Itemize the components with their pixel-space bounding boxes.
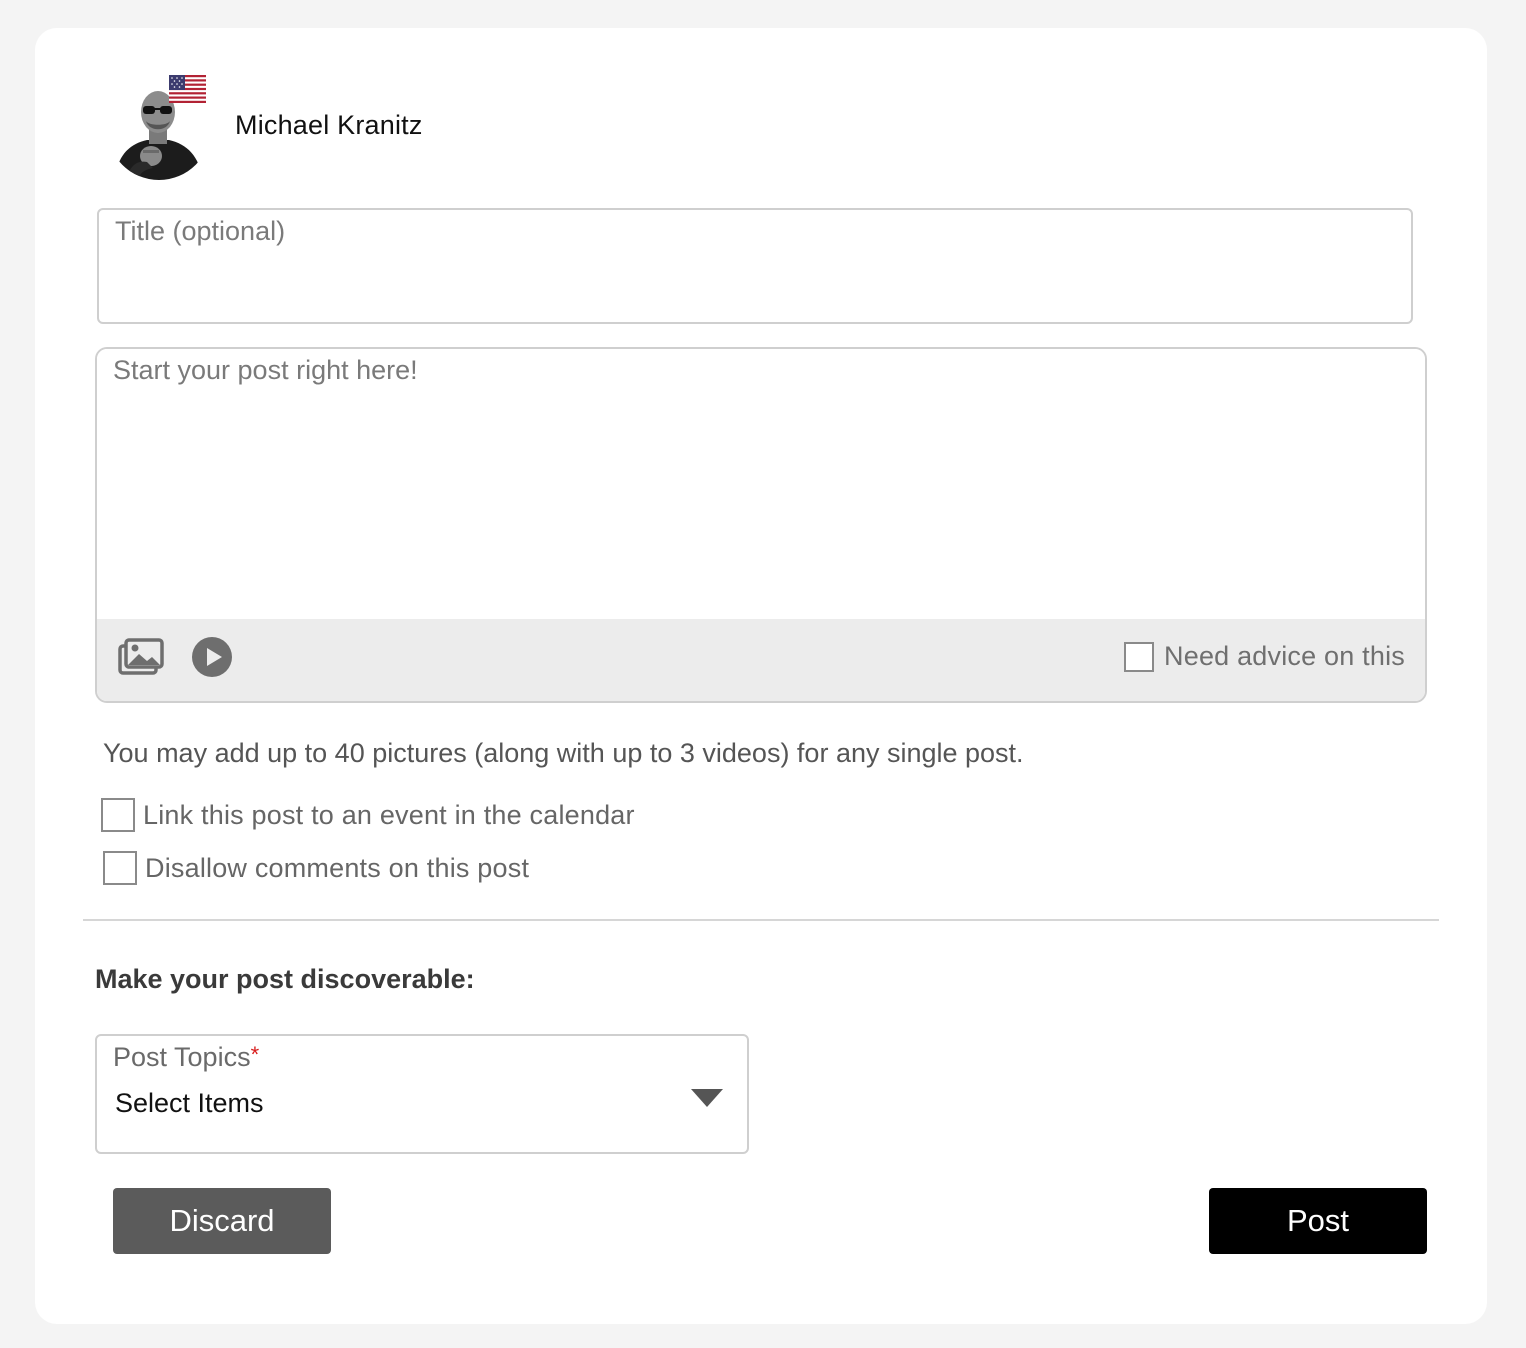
create-post-card: Michael Kranitz Need advice bbox=[35, 28, 1487, 1324]
disallow-comments-option[interactable]: Disallow comments on this post bbox=[103, 851, 529, 885]
post-body-box: Need advice on this bbox=[95, 347, 1427, 703]
need-advice-checkbox[interactable] bbox=[1124, 641, 1155, 672]
discoverable-heading: Make your post discoverable: bbox=[95, 964, 475, 994]
post-title-input[interactable] bbox=[97, 208, 1413, 324]
post-topics-label-text: Post Topics bbox=[113, 1042, 251, 1072]
us-flag-icon bbox=[169, 75, 206, 103]
post-toolbar: Need advice on this bbox=[97, 619, 1425, 701]
post-button[interactable]: Post bbox=[1209, 1188, 1427, 1254]
user-name[interactable]: Michael Kranitz bbox=[235, 110, 423, 141]
post-topics-select[interactable]: Post Topics* Select Items bbox=[95, 1034, 749, 1154]
upload-limit-info: You may add up to 40 pictures (along wit… bbox=[103, 738, 1024, 768]
dropdown-triangle-icon[interactable] bbox=[691, 1089, 723, 1107]
need-advice-option[interactable]: Need advice on this bbox=[1124, 641, 1405, 672]
post-topics-label: Post Topics* bbox=[113, 1042, 259, 1073]
user-identity bbox=[107, 72, 217, 182]
section-divider bbox=[83, 919, 1439, 921]
link-event-option[interactable]: Link this post to an event in the calend… bbox=[101, 798, 635, 832]
post-body-input[interactable] bbox=[97, 349, 1425, 619]
disallow-comments-checkbox[interactable] bbox=[103, 851, 137, 885]
photo-gallery-icon[interactable] bbox=[117, 637, 165, 677]
link-event-checkbox[interactable] bbox=[101, 798, 135, 832]
discard-button[interactable]: Discard bbox=[113, 1188, 331, 1254]
disallow-comments-label[interactable]: Disallow comments on this post bbox=[145, 853, 529, 884]
play-video-icon[interactable] bbox=[191, 636, 233, 678]
link-event-label[interactable]: Link this post to an event in the calend… bbox=[143, 800, 635, 831]
need-advice-label[interactable]: Need advice on this bbox=[1164, 641, 1405, 672]
post-topics-value: Select Items bbox=[115, 1088, 264, 1118]
required-mark: * bbox=[250, 1042, 260, 1067]
